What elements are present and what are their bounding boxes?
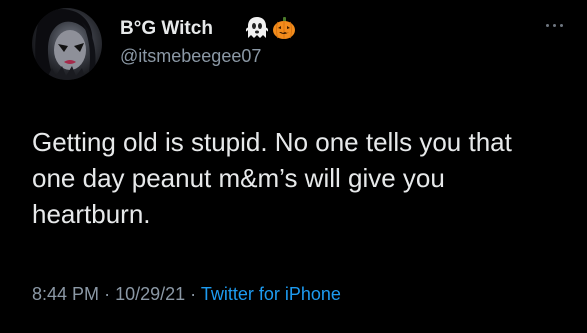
tweet-text: Getting old is stupid. No one tells you … [32,127,512,229]
tweet-time[interactable]: 8:44 PM [32,284,99,304]
user-handle[interactable]: @itsmebeegee07 [120,46,261,67]
jack-o-lantern-icon [272,16,296,45]
avatar-image [35,9,96,80]
display-name[interactable]: B°G Witch [120,18,213,40]
ghost-emoji-icon [245,16,269,45]
tweet: B°G Witch @itsmebeegee07 Getting old is [0,0,587,333]
more-options-icon[interactable] [544,18,566,32]
meta-separator: · [104,284,111,304]
meta-separator: · [190,284,197,304]
tweet-source-link[interactable]: Twitter for iPhone [201,284,341,304]
tweet-date[interactable]: 10/29/21 [115,284,185,304]
avatar[interactable] [32,8,102,80]
tweet-meta: 8:44 PM · 10/29/21 · Twitter for iPhone [32,284,341,305]
